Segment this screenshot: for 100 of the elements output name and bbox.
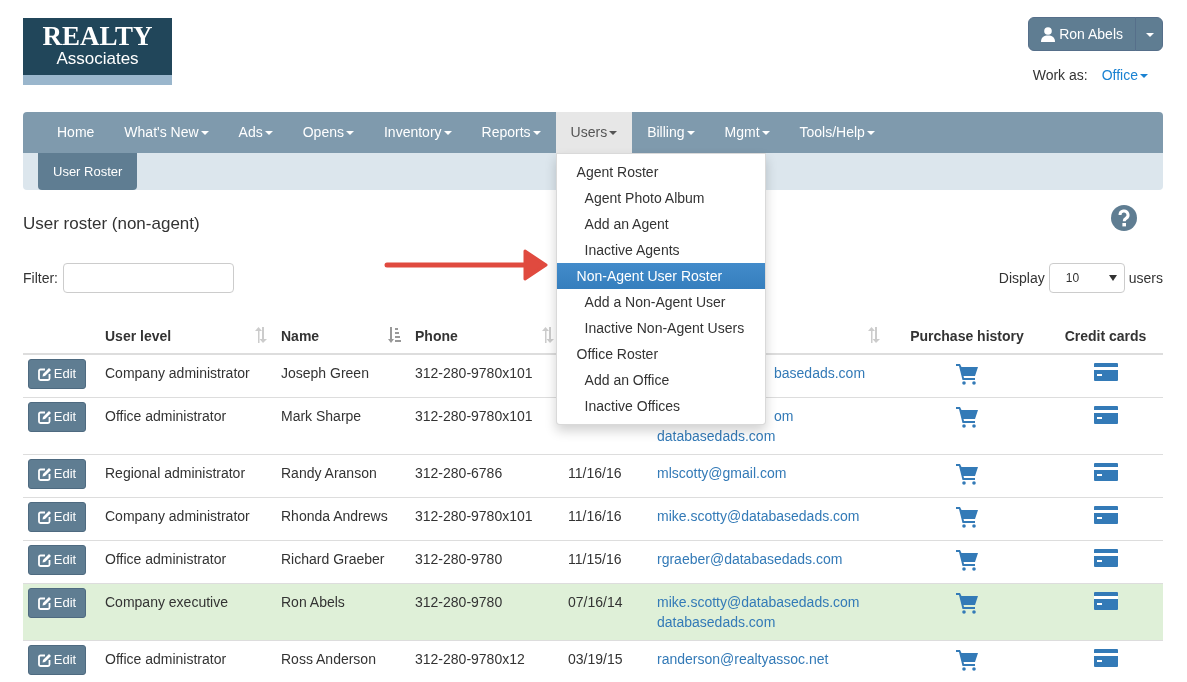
edit-button[interactable]: Edit	[28, 545, 86, 576]
nav-item[interactable]: Tools/Help	[784, 112, 890, 153]
credit-card-icon[interactable]	[1093, 506, 1118, 525]
cart-icon[interactable]	[956, 649, 978, 672]
user-level-cell: Company executive	[105, 594, 228, 611]
caret-icon	[1146, 33, 1154, 38]
nav-item[interactable]: Mgmt	[709, 112, 785, 153]
column-header: User level	[105, 328, 172, 345]
nav-item[interactable]: Users	[555, 112, 633, 153]
date-cell: 11/16/16	[568, 465, 622, 482]
phone-cell: 312-280-9780	[415, 594, 503, 611]
date-cell: 11/15/16	[568, 551, 622, 568]
user-level-cell: Company administrator	[105, 365, 250, 382]
phone-cell: 312-280-9780x101	[415, 365, 533, 382]
name-cell: Ross Anderson	[281, 651, 376, 668]
nav-item[interactable]: What's New	[109, 112, 224, 153]
credit-card-icon[interactable]	[1093, 363, 1118, 382]
edit-icon	[37, 553, 51, 567]
user-level-cell: Office administrator	[105, 551, 227, 568]
edit-button[interactable]: Edit	[28, 645, 86, 676]
work-as-link[interactable]: Office	[1101, 65, 1148, 86]
email-link[interactable]: databasedads.com	[657, 612, 878, 633]
edit-button[interactable]: Edit	[28, 402, 86, 433]
name-cell: Randy Aranson	[281, 465, 377, 482]
email-link[interactable]: databasedads.com	[657, 426, 878, 447]
date-cell: 03/19/15	[568, 651, 623, 668]
cart-icon[interactable]	[956, 549, 978, 572]
menu-item[interactable]: Add an Agent	[556, 211, 765, 237]
nav-item[interactable]: Ads	[223, 112, 288, 153]
menu-item[interactable]: Non-Agent User Roster	[556, 263, 765, 289]
menu-item[interactable]: Inactive Offices	[556, 393, 765, 419]
nav-item[interactable]: Inventory	[369, 112, 467, 153]
edit-button[interactable]: Edit	[28, 359, 86, 390]
name-cell: Richard Graeber	[281, 551, 385, 568]
edit-icon	[37, 596, 51, 610]
nav-item[interactable]: Billing	[632, 112, 710, 153]
menu-item[interactable]: Inactive Non-Agent Users	[556, 315, 765, 341]
nav-item[interactable]: Reports	[466, 112, 556, 153]
credit-card-icon[interactable]	[1093, 463, 1118, 482]
user-menu-button[interactable]: Ron Abels	[1028, 17, 1136, 51]
phone-cell: 312-280-9780x101	[415, 408, 533, 425]
display-suffix: users	[1128, 268, 1163, 288]
menu-item[interactable]: Agent Roster	[556, 159, 765, 185]
display-label: Display	[998, 268, 1045, 288]
caret-icon	[1140, 74, 1148, 79]
cart-icon[interactable]	[956, 592, 978, 615]
email-link[interactable]: rgraeber@databasedads.com	[657, 549, 878, 570]
user-level-cell: Regional administrator	[105, 465, 246, 482]
cart-icon[interactable]	[956, 363, 978, 386]
phone-cell: 312-280-6786	[415, 465, 503, 482]
menu-item[interactable]: Office Roster	[556, 341, 765, 367]
credit-card-icon[interactable]	[1093, 649, 1118, 668]
credit-card-icon[interactable]	[1093, 549, 1118, 568]
credit-card-icon[interactable]	[1093, 592, 1118, 611]
filter-field[interactable]	[63, 263, 234, 294]
column-header: Phone	[415, 328, 458, 345]
help-icon[interactable]	[1111, 205, 1137, 232]
email-link[interactable]: mike.scotty@databasedads.com	[657, 506, 878, 527]
edit-icon	[37, 467, 51, 481]
nav-item[interactable]: Opens	[287, 112, 369, 153]
user-level-cell: Company administrator	[105, 508, 250, 525]
email-link[interactable]: mike.scotty@databasedads.com	[657, 592, 878, 613]
cart-icon[interactable]	[956, 463, 978, 486]
filter-label: Filter:	[23, 268, 58, 288]
credit-card-icon[interactable]	[1093, 406, 1118, 425]
cart-icon[interactable]	[956, 406, 978, 429]
edit-icon	[37, 510, 51, 524]
sub-nav-tab[interactable]: User Roster	[38, 153, 138, 190]
email-link[interactable]: mlscotty@gmail.com	[657, 463, 878, 484]
edit-button[interactable]: Edit	[28, 459, 86, 490]
logo-text: REALTY	[41, 22, 154, 50]
phone-cell: 312-280-9780	[415, 551, 503, 568]
menu-item[interactable]: Add a Non-Agent User	[556, 289, 765, 315]
phone-cell: 312-280-9780x101	[415, 508, 533, 525]
user-level-cell: Office administrator	[105, 408, 227, 425]
menu-item[interactable]: Add an Office	[556, 367, 765, 393]
phone-cell: 312-280-9780x12	[415, 651, 525, 668]
menu-item[interactable]: Inactive Agents	[556, 237, 765, 263]
date-cell: 07/16/14	[568, 594, 623, 611]
cart-icon[interactable]	[956, 506, 978, 529]
edit-icon	[37, 653, 51, 667]
email-link[interactable]: randerson@realtyassoc.net	[657, 649, 878, 670]
work-as-label: Work as:	[1032, 66, 1088, 85]
user-level-cell: Office administrator	[105, 651, 227, 668]
logo-subtext: Associates	[55, 50, 140, 67]
name-cell: Mark Sharpe	[281, 408, 362, 425]
sort-descending-icon[interactable]	[388, 327, 401, 344]
dropdown-icon	[1108, 275, 1117, 282]
edit-button[interactable]: Edit	[28, 588, 86, 619]
column-header: Credit cards	[1064, 328, 1147, 345]
date-cell: 11/16/16	[568, 508, 622, 525]
column-header: Purchase history	[910, 328, 1024, 345]
name-cell: Ron Abels	[281, 594, 345, 611]
column-header: Name	[281, 328, 320, 345]
menu-item[interactable]: Agent Photo Album	[556, 185, 765, 211]
user-menu-toggle[interactable]	[1135, 17, 1163, 51]
edit-button[interactable]: Edit	[28, 502, 86, 533]
display-select[interactable]: 10	[1048, 263, 1125, 294]
name-cell: Rhonda Andrews	[281, 508, 388, 525]
nav-item[interactable]: Home	[42, 112, 110, 153]
